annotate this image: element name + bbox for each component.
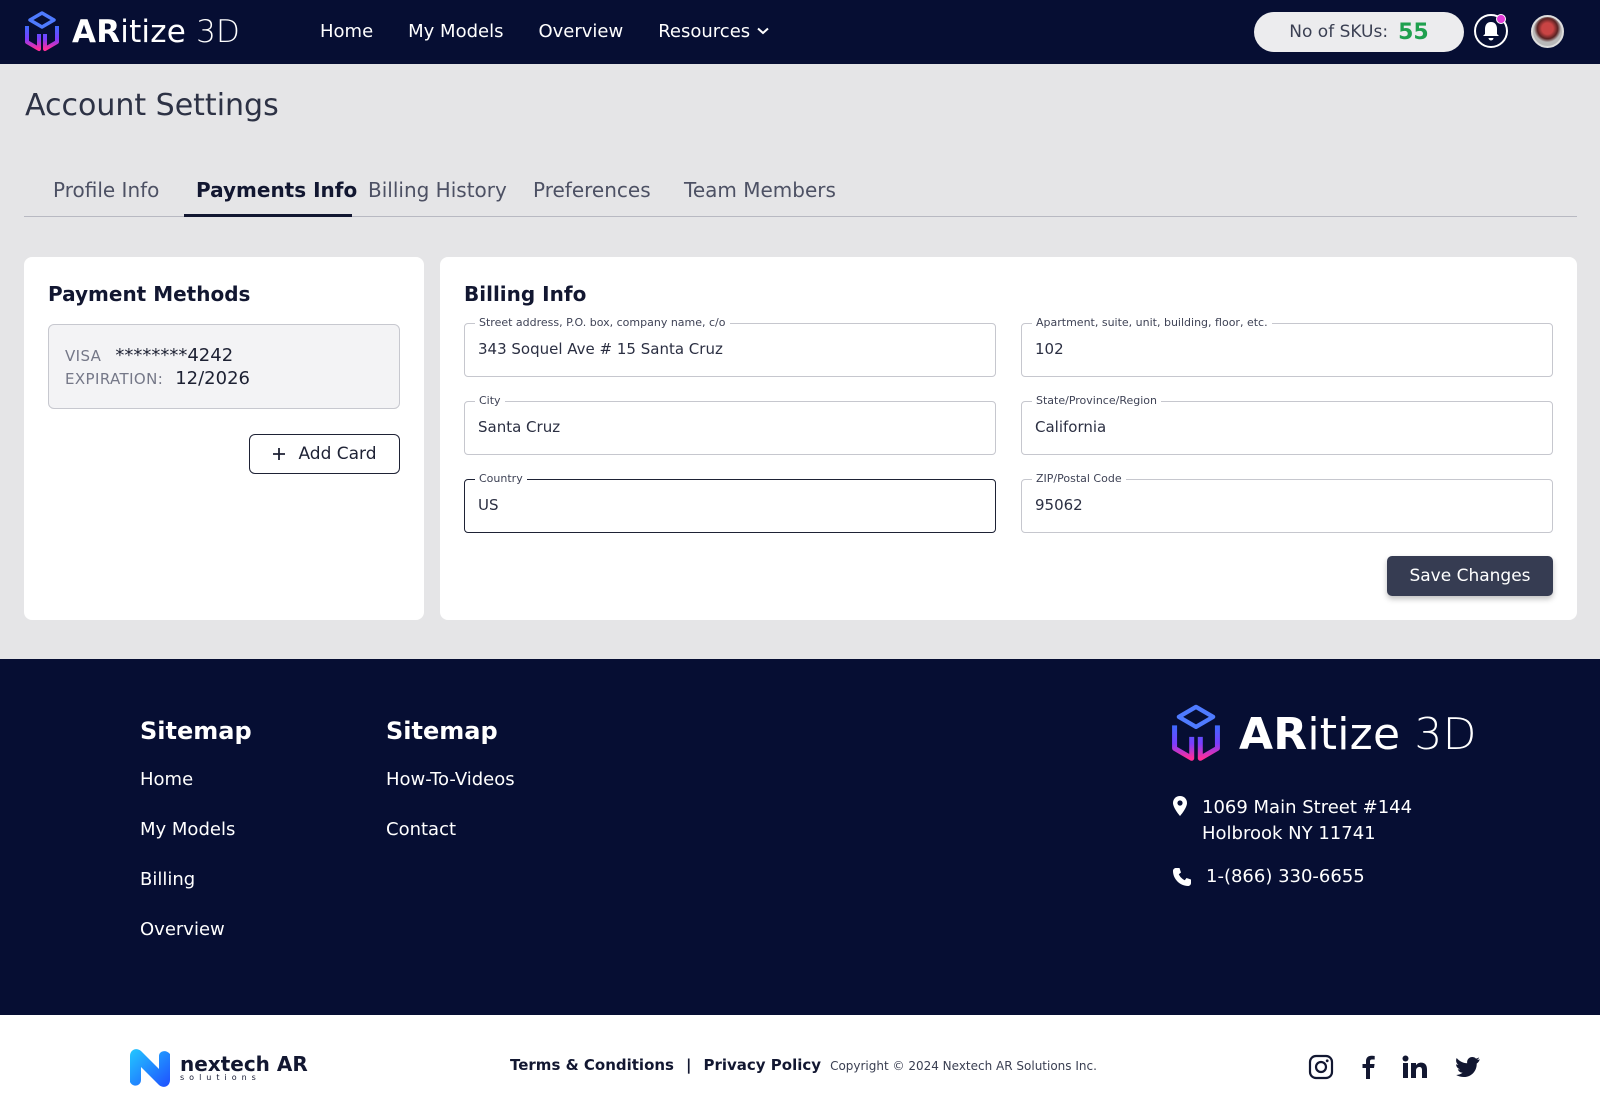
nextech-wordmark: nextech AR solutions	[180, 1052, 308, 1082]
notification-dot	[1496, 14, 1506, 24]
footer-address: 1069 Main Street #144 Holbrook NY 11741	[1172, 795, 1412, 847]
state-field[interactable]: State/Province/Region California	[1021, 394, 1553, 455]
state-value: California	[1035, 418, 1107, 436]
cube-logo-icon	[1172, 704, 1220, 761]
payment-methods-title: Payment Methods	[48, 282, 251, 306]
billing-info-card: Billing Info Street address, P.O. box, c…	[440, 257, 1577, 620]
active-tab-indicator	[184, 214, 352, 217]
facebook-icon[interactable]	[1354, 1053, 1382, 1081]
logo-wordmark: ARitize 3D	[72, 14, 241, 50]
footer-link-how-to-videos[interactable]: How-To-Videos	[386, 769, 515, 819]
main-nav: Home My Models Overview Resources	[320, 0, 804, 62]
legal-links: Terms & Conditions | Privacy Policy Copy…	[510, 1056, 1097, 1074]
address-line-1: 1069 Main Street #144	[1202, 797, 1413, 818]
street-address-value: 343 Soquel Ave # 15 Santa Cruz	[478, 340, 723, 358]
phone-number: 1-(866) 330-6655	[1206, 866, 1365, 887]
instagram-icon[interactable]	[1307, 1053, 1335, 1081]
chevron-down-icon	[757, 27, 769, 35]
apartment-field[interactable]: Apartment, suite, unit, building, floor,…	[1021, 316, 1553, 377]
state-label: State/Province/Region	[1032, 394, 1161, 407]
legal-separator: |	[686, 1056, 692, 1074]
save-changes-button[interactable]: Save Changes	[1387, 556, 1553, 596]
zip-value: 95062	[1035, 496, 1083, 514]
card-number: ********4242	[115, 345, 234, 366]
footer: Sitemap Home My Models Billing Overview …	[0, 659, 1600, 1015]
nextech-logo[interactable]: nextech AR solutions	[128, 1048, 308, 1088]
country-field[interactable]: Country US	[464, 472, 996, 533]
footer-phone[interactable]: 1-(866) 330-6655	[1172, 866, 1365, 887]
settings-tabs: Profile Info Payments Info Billing Histo…	[24, 168, 1577, 217]
nav-resources[interactable]: Resources	[658, 21, 769, 42]
terms-link[interactable]: Terms & Conditions	[510, 1056, 674, 1074]
card-number-row: VISA ********4242	[65, 345, 233, 366]
bottom-bar: nextech AR solutions Terms & Conditions …	[0, 1015, 1600, 1120]
user-avatar[interactable]	[1531, 15, 1564, 48]
street-address-label: Street address, P.O. box, company name, …	[475, 316, 730, 329]
location-pin-icon	[1173, 796, 1187, 816]
nextech-wave-icon	[130, 1049, 170, 1087]
footer-link-contact[interactable]: Contact	[386, 819, 515, 869]
payment-methods-card: Payment Methods VISA ********4242 EXPIRA…	[24, 257, 424, 620]
plus-icon	[273, 448, 286, 460]
street-address-field[interactable]: Street address, P.O. box, company name, …	[464, 316, 996, 377]
phone-icon	[1173, 867, 1191, 886]
city-value: Santa Cruz	[478, 418, 561, 436]
billing-info-title: Billing Info	[464, 282, 587, 306]
expiration-label: EXPIRATION:	[65, 370, 164, 388]
footer-sitemap-1: Sitemap Home My Models Billing Overview	[140, 717, 252, 969]
city-label: City	[475, 394, 505, 407]
notifications-button[interactable]	[1474, 14, 1508, 48]
sku-counter: No of SKUs: 55	[1254, 12, 1464, 52]
nav-my-models[interactable]: My Models	[408, 21, 503, 42]
address-text: 1069 Main Street #144 Holbrook NY 11741	[1202, 795, 1412, 847]
footer-heading: Sitemap	[140, 717, 252, 745]
top-navbar: ARitize 3D Home My Models Overview Resou…	[0, 0, 1600, 64]
card-expiration-row: EXPIRATION: 12/2026	[65, 368, 250, 389]
cube-logo-icon	[25, 11, 59, 51]
copyright-text: Copyright © 2024 Nextech AR Solutions In…	[830, 1059, 1097, 1073]
card-brand: VISA	[65, 347, 102, 365]
footer-aritize-logo: ARitize 3D	[1167, 704, 1477, 764]
twitter-icon[interactable]	[1454, 1053, 1482, 1081]
nav-overview[interactable]: Overview	[538, 21, 623, 42]
expiration-value: 12/2026	[175, 368, 250, 389]
footer-heading: Sitemap	[386, 717, 498, 745]
sku-label: No of SKUs:	[1289, 22, 1389, 42]
privacy-link[interactable]: Privacy Policy	[703, 1056, 821, 1074]
tab-payments-info[interactable]: Payments Info	[196, 178, 357, 202]
footer-logo-wordmark: ARitize 3D	[1239, 708, 1477, 760]
sku-value: 55	[1398, 19, 1429, 45]
aritize-logo[interactable]: ARitize 3D	[22, 11, 240, 53]
linkedin-icon[interactable]	[1401, 1053, 1429, 1081]
city-field[interactable]: City Santa Cruz	[464, 394, 996, 455]
page-title: Account Settings	[25, 88, 279, 123]
saved-card[interactable]: VISA ********4242 EXPIRATION: 12/2026	[48, 324, 400, 409]
tab-profile-info[interactable]: Profile Info	[53, 178, 159, 202]
footer-link-my-models[interactable]: My Models	[140, 819, 252, 869]
footer-sitemap-2: Sitemap How-To-Videos Contact	[386, 717, 515, 869]
tab-team-members[interactable]: Team Members	[684, 178, 836, 202]
zip-field[interactable]: ZIP/Postal Code 95062	[1021, 472, 1553, 533]
apartment-value: 102	[1035, 340, 1064, 358]
tab-billing-history[interactable]: Billing History	[368, 178, 507, 202]
footer-link-home[interactable]: Home	[140, 769, 252, 819]
add-card-label: Add Card	[298, 444, 377, 464]
footer-link-billing[interactable]: Billing	[140, 869, 252, 919]
nav-resources-label: Resources	[658, 20, 751, 42]
address-line-2: Holbrook NY 11741	[1202, 823, 1376, 844]
tab-preferences[interactable]: Preferences	[533, 178, 651, 202]
footer-link-overview[interactable]: Overview	[140, 919, 252, 969]
country-label: Country	[475, 472, 527, 485]
zip-label: ZIP/Postal Code	[1032, 472, 1126, 485]
country-value: US	[478, 496, 499, 514]
nav-home[interactable]: Home	[320, 21, 373, 42]
apartment-label: Apartment, suite, unit, building, floor,…	[1032, 316, 1272, 329]
add-card-button[interactable]: Add Card	[249, 434, 400, 474]
